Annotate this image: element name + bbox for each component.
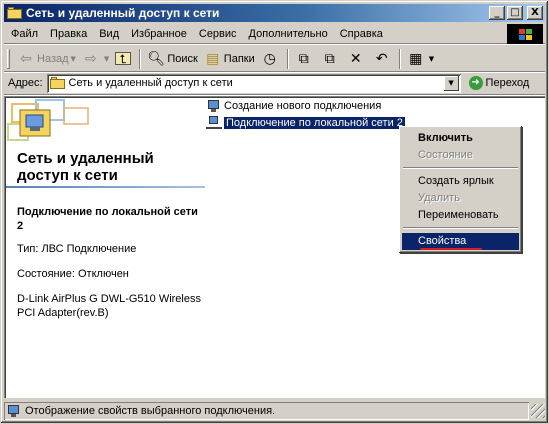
annotation-underline: [420, 248, 482, 250]
search-icon: 🔍︎: [147, 50, 166, 67]
context-menu: Включить Состояние Создать ярлык Удалить…: [399, 126, 522, 253]
windows-logo-icon: [507, 24, 543, 44]
menu-help[interactable]: Справка: [334, 25, 389, 43]
lan-connection-label: Подключение по локальной сети 2: [224, 117, 405, 129]
menu-rename[interactable]: Переименовать: [402, 207, 519, 224]
toolbar: ⇦ Назад ▼ ⇨ ▼ ⮤ 🔍︎ Поиск ▤ Папки ◷ ⧉ ⧉ ✕…: [4, 46, 545, 72]
toolbar-separator: [398, 48, 401, 69]
menu-enable[interactable]: Включить: [402, 130, 519, 147]
move-to-button[interactable]: ⧉: [292, 48, 318, 70]
panel-title: Сеть и удаленный доступ к сети: [17, 150, 154, 184]
connection-status: Состояние: Отключен: [17, 268, 129, 280]
copy-to-button[interactable]: ⧉: [318, 48, 344, 70]
menu-advanced[interactable]: Дополнительно: [243, 25, 334, 43]
views-button[interactable]: ▦ ▼: [404, 48, 437, 70]
undo-button[interactable]: ↶: [370, 48, 396, 70]
address-value: Сеть и удаленный доступ к сети: [68, 77, 233, 89]
status-bar: Отображение свойств выбранного подключен…: [4, 401, 545, 421]
minimize-button[interactable]: _: [489, 6, 505, 20]
forward-button[interactable]: ⇨ ▼: [79, 48, 112, 70]
back-dropdown-icon[interactable]: ▼: [71, 55, 76, 63]
undo-icon: ↶: [375, 50, 388, 67]
history-icon: ◷: [263, 50, 276, 67]
new-connection-icon: [206, 99, 222, 113]
lan-connection-item[interactable]: Подключение по локальной сети 2: [206, 115, 405, 131]
resize-grip[interactable]: [531, 404, 545, 418]
menu-edit[interactable]: Правка: [44, 25, 93, 43]
network-folder-icon: [49, 76, 66, 90]
menu-status[interactable]: Состояние: [402, 147, 519, 164]
lan-connection-icon: [206, 116, 222, 130]
go-arrow-icon: ➜: [468, 76, 483, 90]
close-button[interactable]: X: [527, 6, 543, 20]
back-button[interactable]: ⇦ Назад ▼: [14, 48, 79, 70]
panel-divider: [6, 186, 205, 188]
menu-tools[interactable]: Сервис: [193, 25, 243, 43]
address-label: Адрес:: [8, 77, 43, 89]
title-bar[interactable]: Сеть и удаленный доступ к сети _ □ X: [4, 4, 545, 22]
network-status-icon: [6, 404, 22, 418]
search-label: Поиск: [167, 52, 198, 65]
menu-view[interactable]: Вид: [93, 25, 125, 43]
folders-icon: ▤: [206, 50, 220, 67]
new-connection-label: Создание нового подключения: [224, 100, 382, 112]
menu-separator: [403, 167, 518, 169]
search-button[interactable]: 🔍︎ Поиск: [144, 48, 200, 70]
maximize-button[interactable]: □: [507, 6, 523, 20]
address-input[interactable]: Сеть и удаленный доступ к сети ▼: [46, 73, 461, 93]
menu-separator: [403, 227, 518, 229]
menu-favorites[interactable]: Избранное: [125, 25, 193, 43]
delete-icon: ✕: [349, 50, 362, 67]
network-banner-icon: [6, 98, 96, 148]
details-panel: Сеть и удаленный доступ к сети Подключен…: [4, 96, 210, 396]
up-folder-icon: ⮤: [115, 52, 132, 65]
toolbar-separator: [139, 48, 142, 69]
menu-properties-label: Свойства: [418, 235, 467, 247]
window-title: Сеть и удаленный доступ к сети: [26, 6, 220, 20]
back-arrow-icon: ⇦: [20, 50, 32, 67]
up-folder-button[interactable]: ⮤: [112, 48, 136, 70]
forward-arrow-icon: ⇨: [85, 50, 97, 67]
back-label: Назад: [37, 52, 69, 65]
menu-properties[interactable]: Свойства: [402, 233, 519, 250]
toolbar-grip[interactable]: [7, 49, 10, 69]
network-folder-icon: [7, 6, 23, 20]
folders-button[interactable]: ▤ Папки: [201, 48, 258, 70]
views-dropdown-icon[interactable]: ▼: [429, 55, 434, 63]
go-button[interactable]: ➜ Переход: [468, 76, 530, 90]
status-panel: Отображение свойств выбранного подключен…: [4, 402, 529, 420]
connection-name: Подключение по локальной сети 2: [17, 206, 198, 232]
toolbar-separator: [286, 48, 289, 69]
copy-to-icon: ⧉: [324, 50, 335, 67]
address-dropdown-icon[interactable]: ▼: [443, 75, 459, 91]
views-icon: ▦: [409, 50, 423, 67]
address-bar: Адрес: Сеть и удаленный доступ к сети ▼ …: [4, 72, 545, 95]
forward-dropdown-icon[interactable]: ▼: [104, 55, 109, 63]
explorer-window: Сеть и удаленный доступ к сети _ □ X Фай…: [0, 0, 549, 424]
menu-bar: Файл Правка Вид Избранное Сервис Дополни…: [4, 24, 545, 44]
delete-button[interactable]: ✕: [344, 48, 370, 70]
new-connection-item[interactable]: Создание нового подключения: [206, 98, 381, 114]
move-to-icon: ⧉: [298, 50, 309, 67]
menu-create-shortcut[interactable]: Создать ярлык: [402, 173, 519, 190]
menu-file[interactable]: Файл: [4, 25, 44, 43]
folders-label: Папки: [223, 52, 255, 65]
history-button[interactable]: ◷: [258, 48, 284, 70]
go-label: Переход: [485, 77, 530, 89]
status-text: Отображение свойств выбранного подключен…: [25, 405, 276, 417]
connection-type: Тип: ЛВС Подключение: [17, 243, 137, 255]
menu-delete[interactable]: Удалить: [402, 190, 519, 207]
connection-device: D-Link AirPlus G DWL-G510 Wireless PCI A…: [17, 293, 201, 319]
